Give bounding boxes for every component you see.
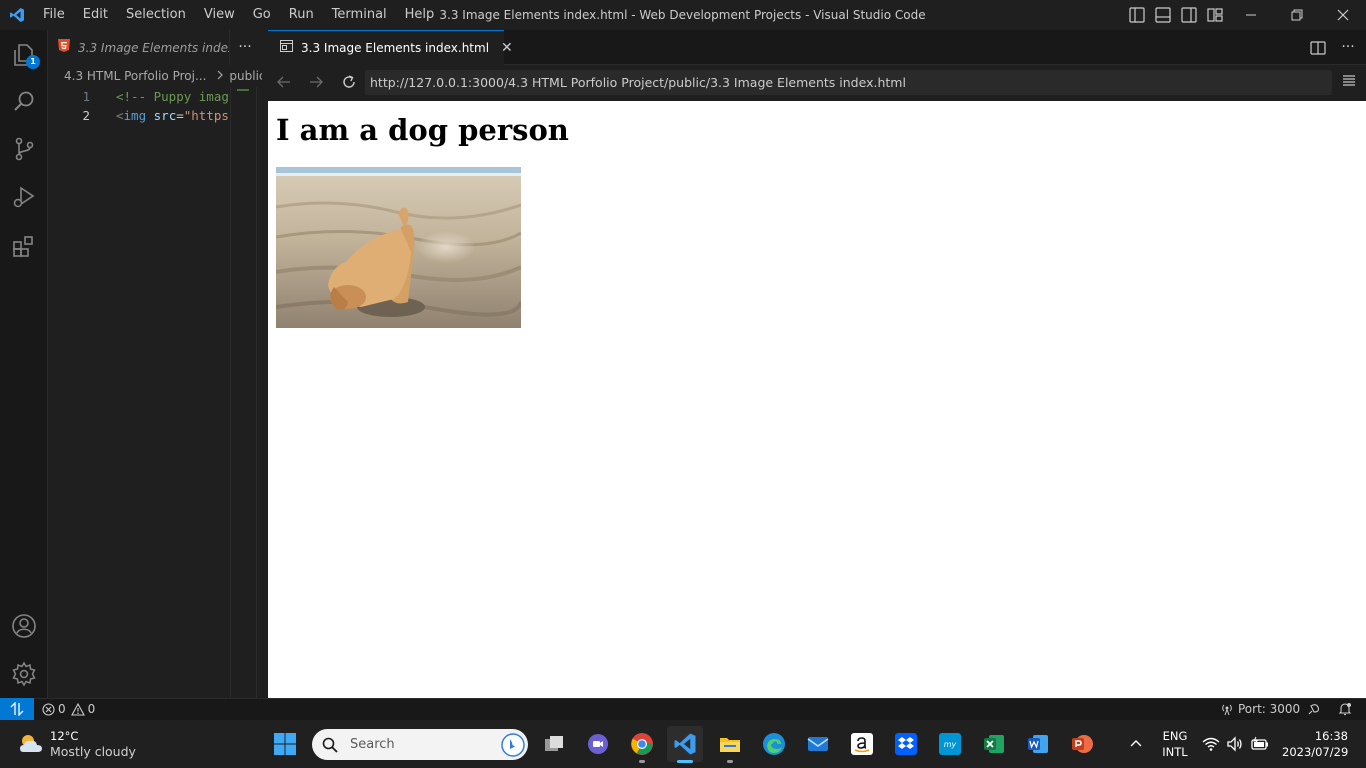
- remote-indicator-icon[interactable]: [0, 698, 34, 720]
- customize-layout-icon[interactable]: [1206, 6, 1224, 24]
- amazon-icon[interactable]: [844, 726, 880, 762]
- weather-temp[interactable]: 12°C: [50, 728, 78, 744]
- dog-photo-image: [275, 167, 523, 328]
- status-bar: [0, 698, 1366, 720]
- manage-gear-icon[interactable]: [0, 650, 48, 698]
- notifications-bell-icon[interactable]: [1338, 698, 1352, 720]
- tab-simple-browser[interactable]: 3.3 Image Elements index.html ✕: [268, 30, 513, 65]
- browser-more-actions-button[interactable]: ···: [1336, 30, 1360, 65]
- file-explorer-icon[interactable]: [712, 726, 748, 762]
- word-icon[interactable]: [1020, 726, 1056, 762]
- accounts-icon[interactable]: [0, 602, 48, 650]
- run-debug-icon[interactable]: [0, 173, 48, 221]
- clock-time[interactable]: 16:38: [1282, 728, 1348, 744]
- taskbar-search-input[interactable]: Search: [312, 729, 528, 760]
- search-magnifier-icon: [322, 737, 338, 753]
- volume-icon[interactable]: [1226, 735, 1244, 753]
- menu-run[interactable]: Run: [280, 0, 323, 30]
- task-view-icon[interactable]: [536, 726, 572, 762]
- warning-count: 0: [87, 702, 96, 716]
- broadcast-icon: [1220, 703, 1234, 716]
- close-window-button[interactable]: [1320, 0, 1366, 30]
- toggle-panel-icon[interactable]: [1154, 6, 1172, 24]
- teams-chat-icon[interactable]: [580, 726, 616, 762]
- menu-selection[interactable]: Selection: [117, 0, 195, 30]
- error-icon: [42, 702, 55, 716]
- weather-cloud-icon[interactable]: [16, 730, 46, 758]
- breadcrumb-folder[interactable]: 4.3 HTML Porfolio Proj...: [64, 69, 206, 83]
- minimize-button[interactable]: [1228, 0, 1274, 30]
- menu-terminal[interactable]: Terminal: [323, 0, 396, 30]
- port-label: Port: 3000: [1238, 702, 1301, 716]
- powerpoint-icon[interactable]: [1064, 726, 1100, 762]
- toggle-primary-sidebar-icon[interactable]: [1128, 6, 1146, 24]
- line-number: 1: [82, 89, 90, 104]
- breadcrumb: 4.3 HTML Porfolio Proj... public: [48, 65, 262, 87]
- window-title: 3.3 Image Elements index.html - Web Deve…: [439, 8, 926, 22]
- forward-arrow-icon[interactable]: [306, 72, 326, 92]
- chrome-icon[interactable]: [624, 726, 660, 762]
- weather-description[interactable]: Mostly cloudy: [50, 744, 136, 760]
- menu-edit[interactable]: Edit: [74, 0, 117, 30]
- svg-text:my: my: [944, 740, 957, 749]
- code-comment: <!-- Puppy imag: [116, 89, 229, 104]
- browser-tab-icon: [280, 40, 293, 56]
- windows-start-icon[interactable]: [267, 726, 303, 762]
- breadcrumb-subfolder[interactable]: public: [229, 69, 262, 83]
- error-count: 0: [58, 702, 66, 716]
- code-line[interactable]: 1 <!-- Puppy imag: [48, 87, 230, 106]
- minimap[interactable]: [230, 87, 256, 698]
- tab-browser-label: 3.3 Image Elements index.html: [301, 41, 490, 55]
- search-placeholder: Search: [350, 737, 395, 752]
- tab-close-button[interactable]: ✕: [501, 40, 513, 56]
- warning-icon: [70, 702, 85, 716]
- line-number: 2: [82, 108, 90, 123]
- split-editor-icon[interactable]: [1309, 39, 1327, 57]
- tab-editor-file[interactable]: 3.3 Image Elements index.h: [48, 30, 230, 65]
- editor-scrollbar[interactable]: [256, 87, 268, 698]
- page-heading: I am a dog person: [276, 113, 569, 147]
- toggle-secondary-sidebar-icon[interactable]: [1180, 6, 1198, 24]
- input-language[interactable]: ENG: [1158, 728, 1192, 744]
- vscode-taskbar-icon[interactable]: [667, 726, 703, 762]
- explorer-running-indicator: [727, 760, 733, 763]
- vscode-logo-icon: [0, 0, 34, 30]
- myhp-icon[interactable]: my: [932, 726, 968, 762]
- explorer-badge: 1: [26, 55, 40, 69]
- restore-button[interactable]: [1274, 0, 1320, 30]
- show-hidden-icons-chevron-icon[interactable]: [1128, 736, 1144, 752]
- vscode-active-indicator: [677, 760, 693, 763]
- code-content: <img src="https: [116, 108, 229, 123]
- feedback-icon[interactable]: [1307, 698, 1321, 720]
- url-input[interactable]: http://127.0.0.1:3000/4.3 HTML Porfolio …: [365, 70, 1332, 95]
- tab-editor-label: 3.3 Image Elements index.h: [78, 40, 230, 55]
- input-layout[interactable]: INTL: [1158, 744, 1192, 760]
- excel-icon[interactable]: [976, 726, 1012, 762]
- menu-file[interactable]: File: [34, 0, 74, 30]
- battery-icon[interactable]: [1250, 735, 1270, 753]
- search-icon[interactable]: [0, 78, 48, 126]
- source-control-icon[interactable]: [0, 125, 48, 173]
- chrome-running-indicator: [639, 760, 645, 763]
- html5-file-icon: [58, 39, 70, 56]
- port-status[interactable]: Port: 3000: [1220, 698, 1300, 720]
- code-line[interactable]: 2 <img src="https: [48, 106, 230, 125]
- edge-icon[interactable]: [756, 726, 792, 762]
- breadcrumb-chevron-icon: [216, 69, 224, 83]
- extensions-icon[interactable]: [0, 222, 48, 270]
- editor-more-actions-button[interactable]: ···: [230, 30, 260, 65]
- mail-icon[interactable]: [800, 726, 836, 762]
- problems-status[interactable]: 0 0: [42, 698, 95, 720]
- menu-view[interactable]: View: [195, 0, 244, 30]
- back-arrow-icon[interactable]: [274, 72, 294, 92]
- explorer-icon[interactable]: [0, 31, 48, 79]
- menu-go[interactable]: Go: [244, 0, 280, 30]
- browser-menu-icon[interactable]: [1340, 73, 1358, 91]
- reload-icon[interactable]: [339, 72, 359, 92]
- dropbox-icon[interactable]: [888, 726, 924, 762]
- clock-date[interactable]: 2023/07/29: [1282, 744, 1348, 760]
- wifi-icon[interactable]: [1202, 735, 1220, 753]
- menu-bar: File Edit Selection View Go Run Terminal…: [34, 0, 443, 30]
- bing-icon: [501, 732, 525, 757]
